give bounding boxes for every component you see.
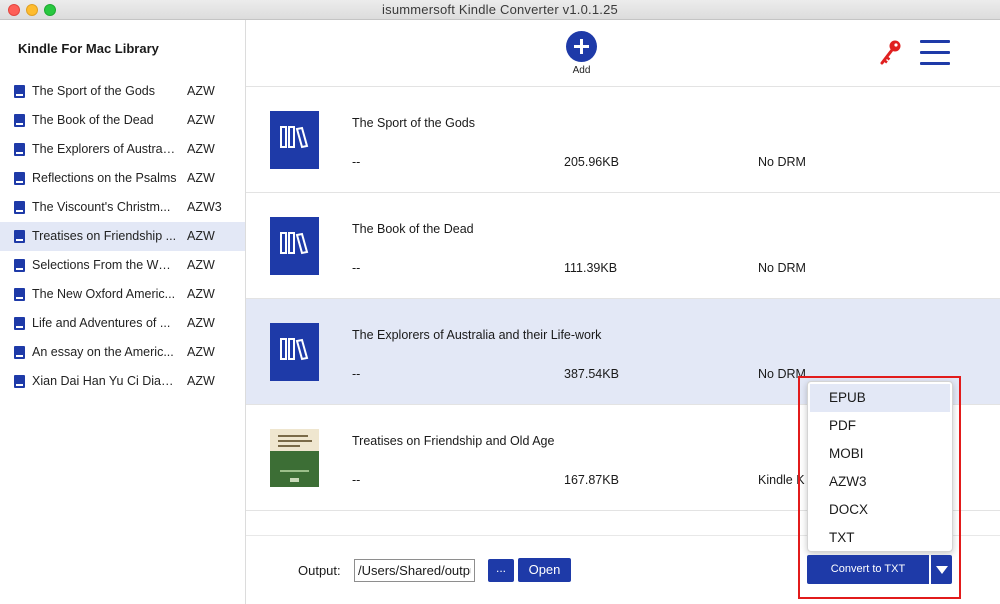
library-item-title: The New Oxford Americ... (32, 287, 176, 301)
output-label: Output: (298, 563, 341, 578)
library-item[interactable]: The Book of the Dead AZW (0, 106, 245, 135)
library-item[interactable]: The Explorers of Australi... AZW (0, 135, 245, 164)
book-icon (14, 85, 25, 98)
books-icon (280, 232, 309, 255)
book-icon (14, 201, 25, 214)
book-icon (14, 259, 25, 272)
annotation-highlight-box (798, 376, 961, 599)
book-icon (14, 375, 25, 388)
library-title: Kindle For Mac Library (18, 41, 159, 56)
library-item[interactable]: Xian Dai Han Yu Ci Dian ... AZW (0, 367, 245, 396)
browse-button[interactable]: ... (488, 559, 514, 582)
library-item-title: The Viscount's Christm... (32, 200, 171, 214)
library-item-title: The Book of the Dead (32, 113, 154, 127)
key-icon[interactable] (879, 39, 903, 67)
library-item-format: AZW (187, 113, 215, 127)
book-cover (270, 217, 319, 275)
open-folder-button[interactable]: Open (518, 558, 571, 582)
library-item-format: AZW (187, 316, 215, 330)
library-item-title: Treatises on Friendship ... (32, 229, 177, 243)
library-item-format: AZW (187, 229, 215, 243)
book-size: 205.96KB (564, 155, 619, 169)
book-author: -- (352, 473, 361, 487)
library-item[interactable]: Selections From the Wor... AZW (0, 251, 245, 280)
book-icon (14, 317, 25, 330)
book-cover (270, 323, 319, 381)
library-sidebar: Kindle For Mac Library The Sport of the … (0, 20, 246, 604)
add-book-button[interactable] (566, 31, 597, 62)
book-title: The Explorers of Australia and their Lif… (352, 328, 602, 342)
add-label: Add (572, 65, 591, 76)
library-item[interactable]: The Sport of the Gods AZW (0, 77, 245, 106)
library-item[interactable]: An essay on the Americ... AZW (0, 338, 245, 367)
books-icon (280, 126, 309, 149)
book-cover-image (270, 429, 319, 487)
book-icon (14, 172, 25, 185)
book-size: 167.87KB (564, 473, 619, 487)
library-item-selected[interactable]: Treatises on Friendship ... AZW (0, 222, 245, 251)
library-item-title: Xian Dai Han Yu Ci Dian ... (32, 374, 177, 388)
book-row[interactable]: The Sport of the Gods -- 205.96KB No DRM (246, 87, 1000, 193)
library-item-format: AZW (187, 171, 215, 185)
library-item[interactable]: Reflections on the Psalms AZW (0, 164, 245, 193)
book-title: The Sport of the Gods (352, 116, 475, 130)
output-path-input[interactable] (354, 559, 475, 582)
book-icon (14, 288, 25, 301)
hamburger-menu-icon[interactable] (920, 40, 950, 65)
book-author: -- (352, 155, 361, 169)
book-title: Treatises on Friendship and Old Age (352, 434, 555, 448)
library-item[interactable]: The New Oxford Americ... AZW (0, 280, 245, 309)
library-list: The Sport of the Gods AZW The Book of the… (0, 77, 245, 396)
library-item[interactable]: Life and Adventures of ... AZW (0, 309, 245, 338)
library-item-title: The Sport of the Gods (32, 84, 155, 98)
book-icon (14, 230, 25, 243)
book-author: -- (352, 261, 361, 275)
book-title: The Book of the Dead (352, 222, 474, 236)
book-icon (14, 346, 25, 359)
books-icon (280, 338, 309, 361)
library-item-format: AZW (187, 142, 215, 156)
book-cover (270, 111, 319, 169)
book-drm-status: No DRM (758, 155, 806, 169)
book-author: -- (352, 367, 361, 381)
library-item-format: AZW3 (187, 200, 222, 214)
book-row[interactable]: The Book of the Dead -- 111.39KB No DRM (246, 193, 1000, 299)
library-item-format: AZW (187, 84, 215, 98)
book-drm-status: No DRM (758, 261, 806, 275)
window-title: isummersoft Kindle Converter v1.0.1.25 (382, 2, 618, 17)
library-item-title: Selections From the Wor... (32, 258, 177, 272)
library-item-title: An essay on the Americ... (32, 345, 174, 359)
library-item-title: Life and Adventures of ... (32, 316, 171, 330)
library-item-title: The Explorers of Australi... (32, 142, 177, 156)
book-icon (14, 114, 25, 127)
library-item-format: AZW (187, 258, 215, 272)
library-item-format: AZW (187, 345, 215, 359)
book-size: 111.39KB (564, 261, 618, 275)
library-item-format: AZW (187, 287, 215, 301)
title-bar: isummersoft Kindle Converter v1.0.1.25 (0, 0, 1000, 20)
library-item-format: AZW (187, 374, 215, 388)
library-item-title: Reflections on the Psalms (32, 171, 177, 185)
book-size: 387.54KB (564, 367, 619, 381)
book-icon (14, 143, 25, 156)
library-item[interactable]: The Viscount's Christm... AZW3 (0, 193, 245, 222)
